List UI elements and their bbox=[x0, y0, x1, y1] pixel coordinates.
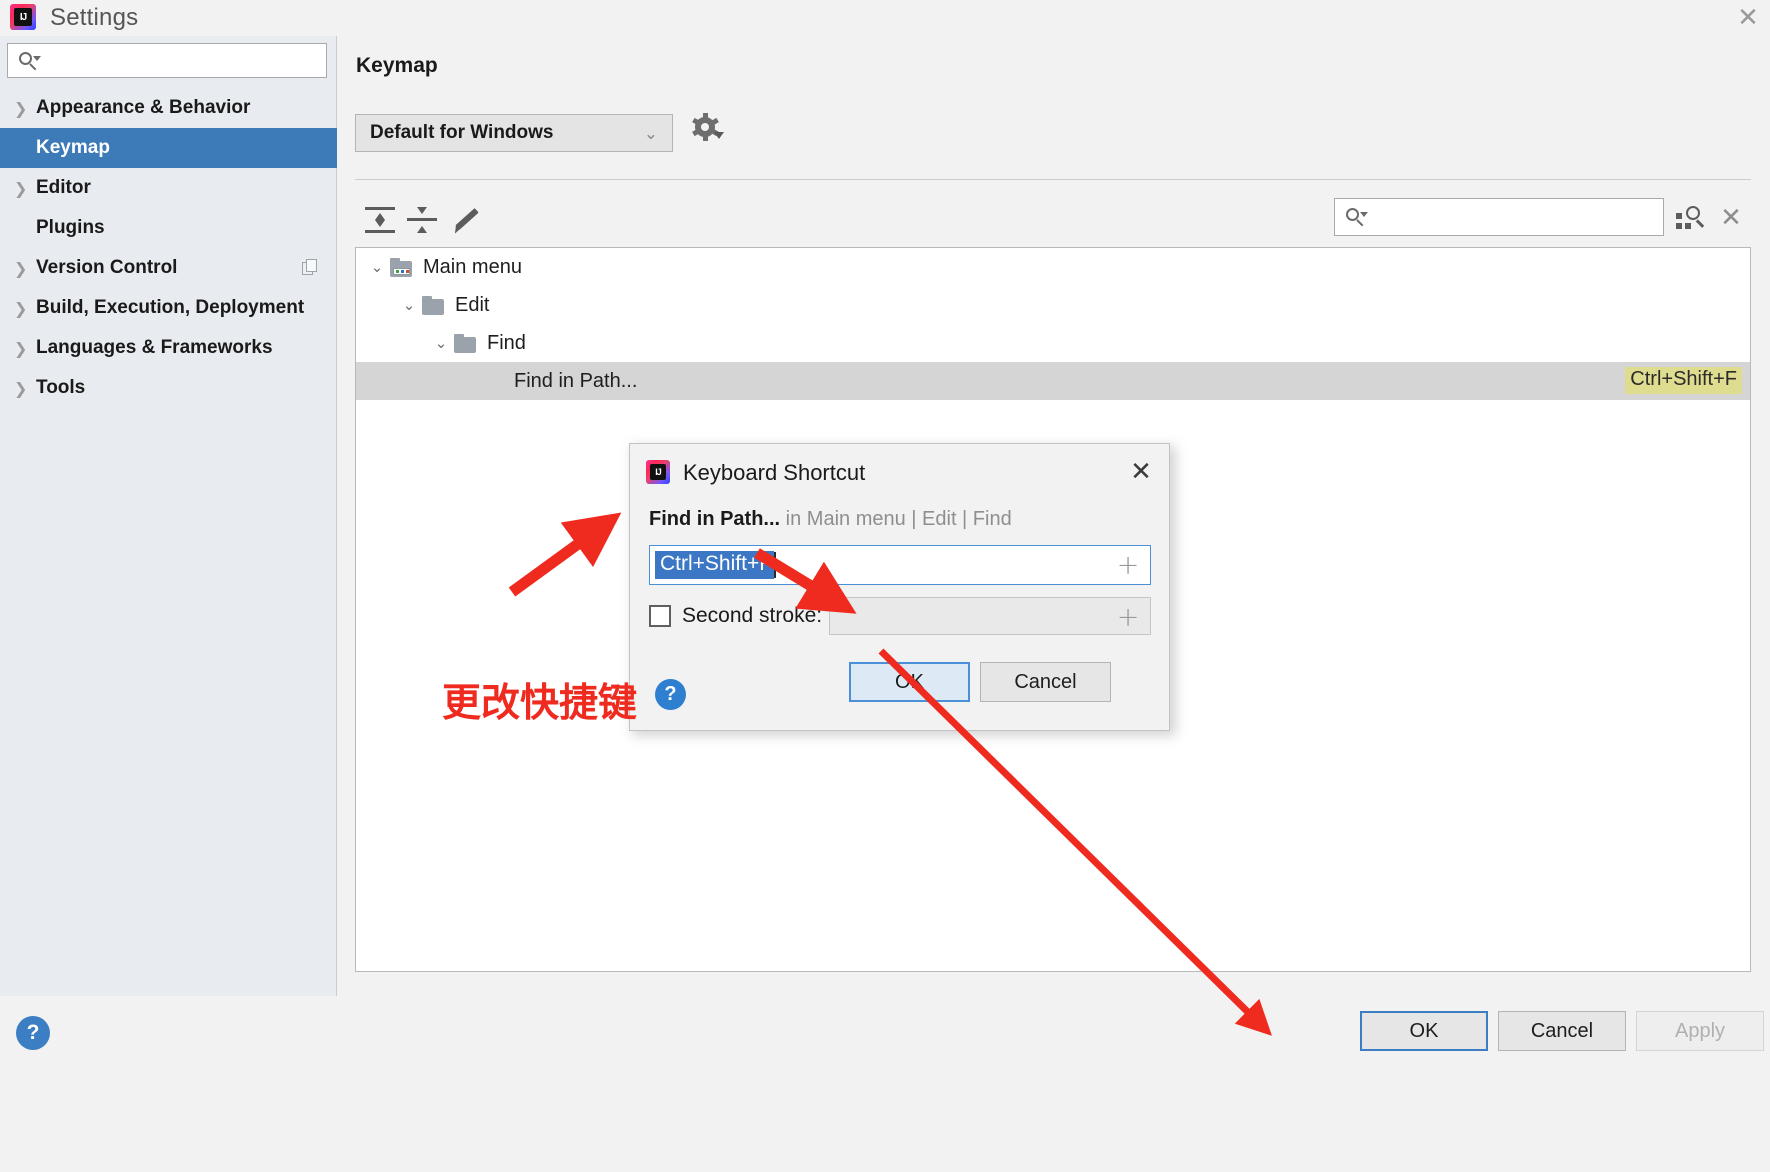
chevron-down-icon[interactable]: ⌄ bbox=[396, 296, 422, 314]
window-title-bar: IJ Settings bbox=[0, 0, 1770, 36]
divider bbox=[355, 179, 1751, 180]
edit-shortcut-button[interactable] bbox=[445, 199, 487, 241]
chevron-down-icon[interactable]: ⌄ bbox=[428, 334, 454, 352]
table-row[interactable]: ⌄ Find bbox=[356, 324, 1750, 362]
text-caret bbox=[774, 552, 777, 578]
shortcut-badge: Ctrl+Shift+F bbox=[1625, 367, 1742, 394]
sidebar-items: ❯ Appearance & Behavior ❯ Keymap ❯ Edito… bbox=[0, 88, 337, 408]
sidebar-item-plugins[interactable]: ❯ Plugins bbox=[0, 208, 337, 248]
sidebar-item-appearance-behavior[interactable]: ❯ Appearance & Behavior bbox=[0, 88, 337, 128]
plus-icon[interactable]: + bbox=[1116, 552, 1140, 579]
copy-icon bbox=[302, 259, 319, 276]
sidebar-search-input[interactable] bbox=[38, 45, 326, 76]
chevron-down-icon bbox=[714, 132, 724, 139]
tree-row-label: Find in Path... bbox=[514, 369, 638, 392]
sidebar-item-label: Appearance & Behavior bbox=[36, 97, 251, 118]
clear-filter-close-icon[interactable]: ✕ bbox=[1713, 200, 1749, 236]
sidebar-item-version-control[interactable]: ❯ Version Control bbox=[0, 248, 337, 288]
chevron-right-icon: ❯ bbox=[14, 338, 28, 358]
apply-button: Apply bbox=[1636, 1011, 1764, 1051]
dialog-action-context: in Main menu | Edit | Find bbox=[780, 508, 1012, 530]
sidebar-item-editor[interactable]: ❯ Editor bbox=[0, 168, 337, 208]
collapse-all-icon bbox=[407, 207, 437, 233]
chevron-right-icon: ❯ bbox=[14, 178, 28, 198]
find-by-shortcut-icon bbox=[1675, 204, 1705, 232]
table-row[interactable]: ⌄ Main menu bbox=[356, 248, 1750, 286]
second-stroke-label: Second stroke: bbox=[682, 604, 823, 627]
collapse-all-button[interactable] bbox=[401, 199, 443, 241]
second-stroke-checkbox[interactable] bbox=[649, 605, 671, 627]
tree-row-label: Main menu bbox=[423, 255, 522, 278]
keymap-scheme-value: Default for Windows bbox=[370, 122, 554, 143]
shortcut-input[interactable]: Ctrl+Shift+F + bbox=[649, 545, 1151, 585]
sidebar-item-label: Build, Execution, Deployment bbox=[36, 297, 305, 318]
keymap-search-input[interactable] bbox=[1365, 201, 1663, 233]
sidebar-item-languages-frameworks[interactable]: ❯ Languages & Frameworks bbox=[0, 328, 337, 368]
keymap-scheme-dropdown[interactable]: Default for Windows ⌄ bbox=[355, 114, 673, 152]
page-title: Keymap bbox=[356, 54, 438, 77]
keymap-tree-toolbar: ✕ bbox=[355, 194, 1751, 244]
chevron-down-icon: ⌄ bbox=[643, 124, 658, 144]
folder-icon bbox=[422, 295, 446, 315]
dialog-footer: ? OK Cancel Apply bbox=[0, 996, 1770, 1172]
pencil-edit-icon bbox=[450, 206, 480, 234]
dialog-title-bar: IJ Keyboard Shortcut bbox=[630, 444, 1171, 502]
second-stroke-input: + bbox=[829, 597, 1151, 635]
chevron-down-icon[interactable]: ⌄ bbox=[364, 258, 390, 276]
sidebar-search-box[interactable] bbox=[7, 43, 327, 78]
table-row-find-in-path[interactable]: Find in Path... Ctrl+Shift+F bbox=[356, 362, 1750, 400]
help-question-icon[interactable]: ? bbox=[16, 1016, 50, 1050]
dialog-action-name: Find in Path... bbox=[649, 508, 781, 530]
dialog-title: Keyboard Shortcut bbox=[683, 460, 866, 485]
keymap-search-box[interactable] bbox=[1334, 198, 1664, 236]
settings-sidebar: ❯ Appearance & Behavior ❯ Keymap ❯ Edito… bbox=[0, 36, 337, 996]
annotation-note-text: 更改快捷键 bbox=[442, 681, 638, 726]
window-title: Settings bbox=[50, 4, 139, 31]
dialog-cancel-button[interactable]: Cancel bbox=[980, 662, 1111, 702]
chevron-right-icon: ❯ bbox=[14, 258, 28, 278]
dialog-action-breadcrumb: Find in Path... in Main menu | Edit | Fi… bbox=[649, 508, 1012, 531]
help-question-icon[interactable]: ? bbox=[655, 679, 686, 710]
search-icon bbox=[18, 51, 41, 71]
sidebar-item-keymap[interactable]: ❯ Keymap bbox=[0, 128, 337, 168]
shortcut-input-value: Ctrl+Shift+F bbox=[655, 551, 775, 579]
second-stroke-row: Second stroke: + bbox=[649, 597, 1151, 635]
plus-icon: + bbox=[1116, 602, 1140, 633]
search-icon bbox=[1345, 207, 1368, 227]
intellij-idea-logo-icon: IJ bbox=[10, 4, 36, 30]
tree-row-label: Edit bbox=[455, 293, 490, 316]
sidebar-item-label: Plugins bbox=[36, 217, 105, 238]
chevron-right-icon: ❯ bbox=[14, 298, 28, 318]
tree-row-label: Find bbox=[487, 331, 526, 354]
keymap-settings-gear-button[interactable] bbox=[688, 112, 730, 154]
find-by-shortcut-button[interactable] bbox=[1672, 200, 1708, 236]
window-close-icon[interactable]: ✕ bbox=[1730, 2, 1766, 34]
chevron-right-icon: ❯ bbox=[14, 378, 28, 398]
main-menu-folder-icon bbox=[390, 257, 414, 277]
table-row[interactable]: ⌄ Edit bbox=[356, 286, 1750, 324]
expand-all-button[interactable] bbox=[359, 199, 401, 241]
sidebar-item-build-execution-deployment[interactable]: ❯ Build, Execution, Deployment bbox=[0, 288, 337, 328]
expand-all-icon bbox=[365, 207, 395, 233]
keyboard-shortcut-dialog: IJ Keyboard Shortcut ✕ Find in Path... i… bbox=[629, 443, 1170, 731]
folder-icon bbox=[454, 333, 478, 353]
sidebar-item-label: Editor bbox=[36, 177, 91, 198]
dialog-ok-button[interactable]: OK bbox=[849, 662, 970, 702]
sidebar-item-label: Keymap bbox=[36, 137, 110, 158]
intellij-idea-logo-icon: IJ bbox=[646, 460, 670, 484]
sidebar-item-label: Languages & Frameworks bbox=[36, 337, 273, 358]
ok-button[interactable]: OK bbox=[1360, 1011, 1488, 1051]
sidebar-item-label: Tools bbox=[36, 377, 86, 398]
dialog-close-icon[interactable]: ✕ bbox=[1123, 454, 1159, 490]
sidebar-item-label: Version Control bbox=[36, 257, 178, 278]
sidebar-item-tools[interactable]: ❯ Tools bbox=[0, 368, 337, 408]
chevron-right-icon: ❯ bbox=[14, 98, 28, 118]
cancel-button[interactable]: Cancel bbox=[1498, 1011, 1626, 1051]
